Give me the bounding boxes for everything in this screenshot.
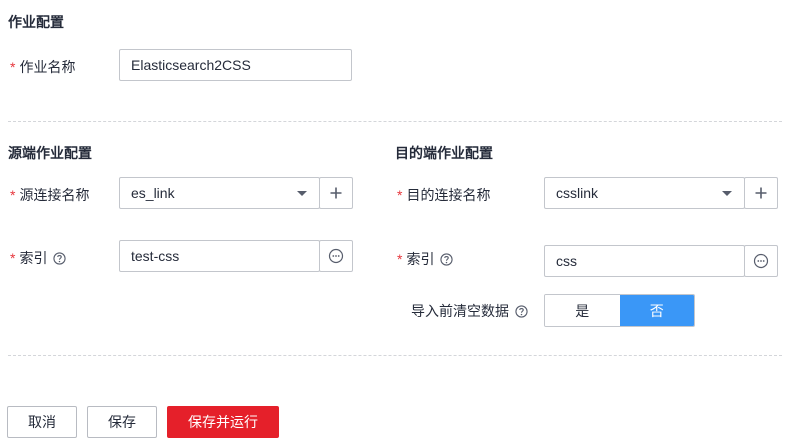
chevron-down-icon (722, 191, 732, 196)
more-icon (328, 248, 344, 264)
destination-config-title: 目的端作业配置 (395, 145, 493, 161)
job-name-label: * 作业名称 (10, 57, 75, 77)
source-link-value: es_link (131, 185, 175, 201)
clear-option-yes[interactable]: 是 (545, 295, 620, 326)
divider-bottom (8, 355, 782, 356)
clear-before-import-toggle[interactable]: 是 否 (544, 294, 695, 327)
source-index-more-button[interactable] (319, 240, 353, 272)
source-link-label: * 源连接名称 (10, 185, 89, 205)
plus-icon (755, 187, 767, 199)
job-config-title: 作业配置 (8, 14, 64, 30)
destination-index-label-text: 索引 (406, 251, 435, 267)
cancel-button[interactable]: 取消 (7, 406, 77, 438)
destination-index-more-button[interactable] (744, 245, 778, 277)
clear-option-no[interactable]: 否 (619, 295, 694, 326)
required-marker: * (10, 250, 16, 266)
help-icon[interactable] (440, 252, 454, 266)
required-marker: * (10, 59, 16, 75)
destination-index-label: * 索引 (397, 249, 454, 269)
source-link-add-button[interactable] (319, 177, 353, 209)
clear-before-import-label: 导入前清空数据 (411, 301, 528, 321)
plus-icon (330, 187, 342, 199)
destination-index-input[interactable]: css (544, 245, 745, 277)
destination-link-label: * 目的连接名称 (397, 185, 490, 205)
destination-link-label-text: 目的连接名称 (406, 187, 491, 203)
save-button[interactable]: 保存 (87, 406, 157, 438)
destination-link-select[interactable]: csslink (544, 177, 745, 209)
required-marker: * (10, 187, 16, 203)
source-link-label-text: 源连接名称 (19, 187, 90, 203)
divider-top (8, 121, 782, 122)
save-and-run-button[interactable]: 保存并运行 (167, 406, 279, 438)
help-icon[interactable] (53, 251, 67, 265)
help-icon[interactable] (515, 304, 528, 318)
required-marker: * (397, 251, 403, 267)
destination-link-value: csslink (556, 185, 599, 201)
chevron-down-icon (297, 191, 307, 196)
job-name-label-text: 作业名称 (19, 59, 76, 75)
required-marker: * (397, 187, 403, 203)
destination-link-add-button[interactable] (744, 177, 778, 209)
source-link-select[interactable]: es_link (119, 177, 320, 209)
source-config-title: 源端作业配置 (8, 145, 92, 161)
source-index-label-text: 索引 (19, 250, 48, 266)
clear-before-import-label-text: 导入前清空数据 (411, 303, 509, 319)
source-index-label: * 索引 (10, 248, 67, 268)
more-icon (753, 253, 769, 269)
source-index-input[interactable]: test-css (119, 240, 320, 272)
job-name-input[interactable]: Elasticsearch2CSS (119, 49, 352, 81)
